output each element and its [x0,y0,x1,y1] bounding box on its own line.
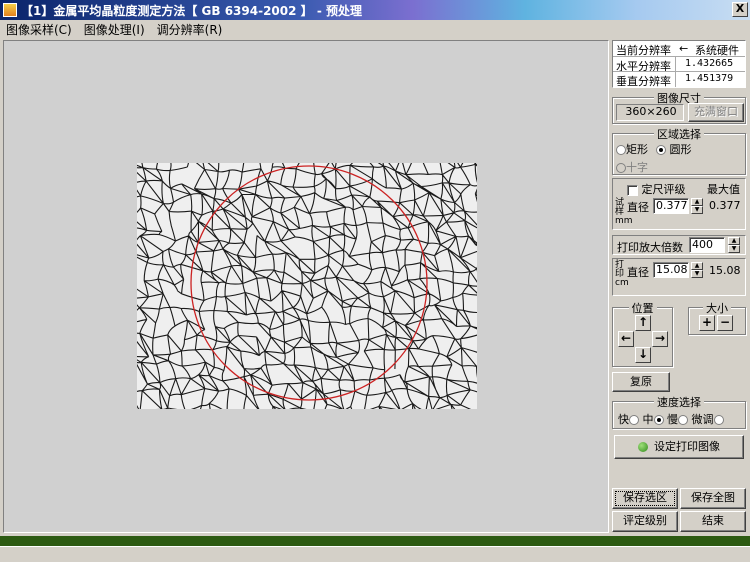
rect-radio[interactable] [616,145,626,155]
print-diameter-spinner[interactable]: ▲ ▼ [691,262,703,278]
sample-diameter-input[interactable]: 0.377 [653,198,689,214]
sample-unit-label: 试样mm [615,198,633,226]
vertical-resolution-label: 垂直分辨率 [616,75,671,88]
control-panel: 当前分辨率 ← 系统硬件 水平分辨率 1.432665 垂直分辨率 1.4513… [611,38,748,535]
print-unit-label: 打印cm [615,260,629,288]
grain-micrograph-image[interactable] [137,163,477,409]
speed-medium-label: 中 [642,413,654,426]
save-selection-button[interactable]: 保存选区 [612,488,678,509]
circle-label: 圆形 [669,143,692,156]
circle-selection[interactable] [190,165,428,401]
rect-option[interactable]: 矩形 [616,141,648,157]
spin-down-icon[interactable]: ▼ [691,206,703,214]
print-diameter-input[interactable]: 15.08 [653,262,689,278]
speed-fast-radio[interactable] [629,415,639,425]
print-diameter-label: 直径 [627,266,649,279]
spin-up-icon[interactable]: ▲ [691,262,703,270]
speed-title: 速度选择 [654,394,704,410]
speed-fine-label: 微调 [691,413,714,426]
circle-option[interactable]: 圆形 [656,141,692,157]
print-magnify-label: 打印放大倍数 [617,241,683,254]
position-group: 位置 ↑ ← → ↓ [612,300,673,367]
max-value-label: 最大值 [707,183,740,196]
fill-window-button[interactable]: 充满窗口 [688,103,744,122]
speed-options: 快 中 慢 微调 [618,411,724,427]
sample-group: 定尺评级 最大值 试样mm 直径 0.377 ▲ ▼ 0.377 [612,178,746,230]
speed-fine-radio[interactable] [713,415,724,425]
close-button[interactable]: X [732,2,748,17]
speed-slow-label: 慢 [667,413,678,426]
region-select-group: 区域选择 矩形 圆形 十字 [612,126,746,175]
sample-max-value: 0.377 [709,199,741,212]
print-magnify-input[interactable]: 400 [689,237,725,253]
speed-group: 速度选择 快 中 慢 微调 [612,394,746,429]
fixed-rating-checkbox[interactable] [627,184,638,196]
print-max-value: 15.08 [709,264,741,277]
horizontal-resolution-value: 1.432665 [685,58,734,69]
cross-option[interactable]: 十字 [616,159,648,175]
circle-radio[interactable] [656,145,666,155]
title-bar: 【1】金属平均晶粒度测定方法【 GB 6394-2002 】 - 预处理 X [0,0,750,20]
set-print-image-label: 设定打印图像 [654,440,720,453]
cross-radio[interactable] [616,163,626,173]
status-bar [0,536,750,546]
move-down-button[interactable]: ↓ [635,347,651,363]
spin-up-icon[interactable]: ▲ [691,198,703,206]
spin-down-icon[interactable]: ▼ [728,245,740,253]
move-left-button[interactable]: ← [618,331,634,347]
set-print-image-button[interactable]: 设定打印图像 [614,435,744,459]
image-size-group: 图像尺寸 360×260 充满窗口 [612,90,746,124]
move-up-button[interactable]: ↑ [635,315,651,331]
green-dot-icon [638,442,648,452]
fixed-rating-label: 定尺评级 [641,183,686,196]
status-bar-bottom [0,546,750,562]
menu-bar: 图像采样(C) 图像处理(I) 调分辨率(R) [0,20,750,38]
save-full-image-button[interactable]: 保存全图 [680,488,746,509]
resolution-info: 当前分辨率 ← 系统硬件 水平分辨率 1.432665 垂直分辨率 1.4513… [612,40,746,88]
position-title: 位置 [628,300,657,316]
window-title: 【1】金属平均晶粒度测定方法【 GB 6394-2002 】 - 预处理 [21,3,362,18]
sample-diameter-label: 直径 [627,201,649,214]
image-size-value: 360×260 [616,104,684,121]
cross-label: 十字 [626,161,648,174]
menu-image-capture[interactable]: 图像采样(C) [6,21,72,38]
app-icon [3,3,17,17]
size-title: 大小 [703,300,731,316]
speed-slow-radio[interactable] [678,415,688,425]
menu-adjust-resolution[interactable]: 调分辨率(R) [157,21,223,38]
region-select-title: 区域选择 [654,126,704,142]
size-group: 大小 + − [688,300,746,335]
rect-label: 矩形 [626,143,648,156]
sample-diameter-spinner[interactable]: ▲ ▼ [691,198,703,214]
spin-down-icon[interactable]: ▼ [691,270,703,278]
enlarge-button[interactable]: + [699,315,715,331]
image-canvas[interactable] [3,40,609,533]
vertical-resolution-value: 1.451379 [685,73,734,84]
rate-level-button[interactable]: 评定级别 [612,511,678,532]
move-right-button[interactable]: → [652,331,668,347]
print-size-group: 打印cm 直径 15.08 ▲ ▼ 15.08 [612,258,746,296]
finish-button[interactable]: 结束 [680,511,746,532]
reset-button[interactable]: 复原 [612,372,670,392]
selection-overlay [190,165,428,401]
shrink-button[interactable]: − [717,315,733,331]
print-magnify-spinner[interactable]: ▲ ▼ [728,237,740,253]
speed-fast-label: 快 [618,413,629,426]
fixed-rating-option[interactable]: 定尺评级 [627,181,686,197]
arrow-left-icon: ← [679,42,689,55]
spin-up-icon[interactable]: ▲ [728,237,740,245]
menu-image-processing[interactable]: 图像处理(I) [84,21,145,38]
print-magnify-group: 打印放大倍数 400 ▲ ▼ [612,235,746,255]
speed-medium-radio[interactable] [653,415,664,425]
